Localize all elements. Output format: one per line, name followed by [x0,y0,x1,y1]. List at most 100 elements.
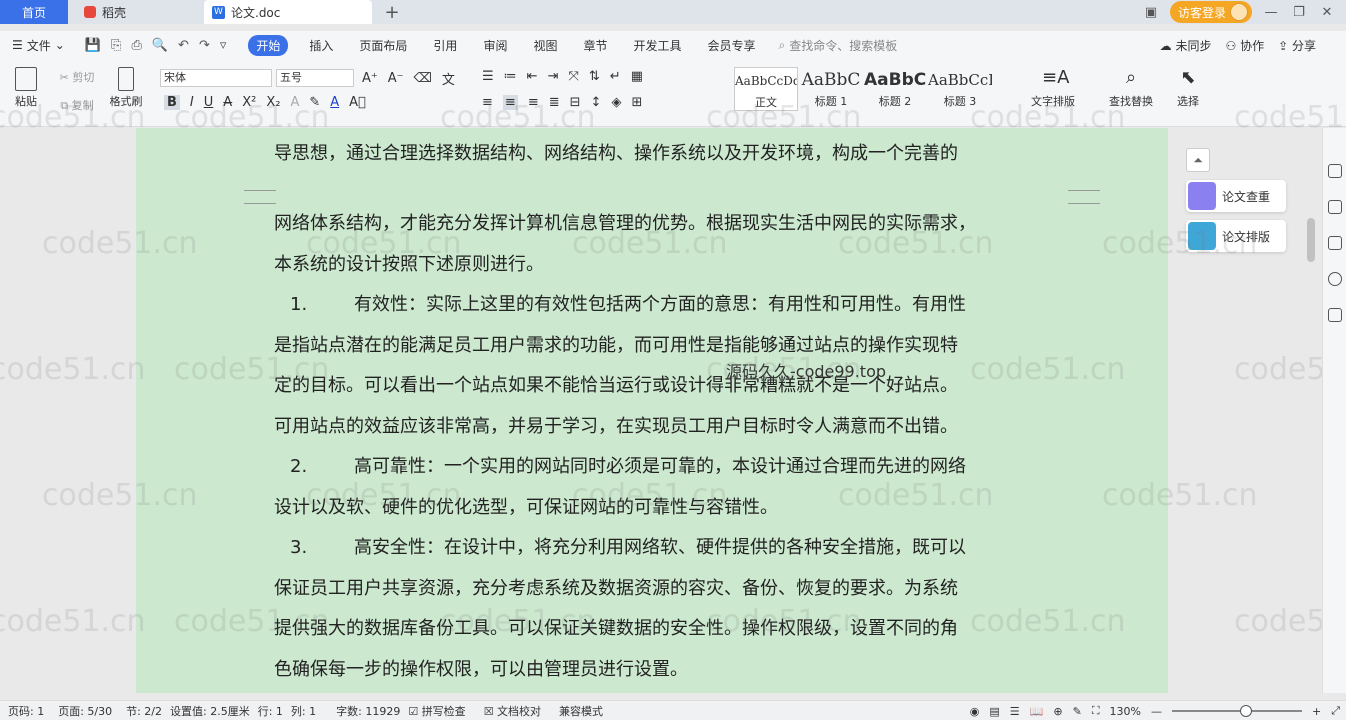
underline-icon[interactable]: U [204,95,214,110]
tab-daoke[interactable]: 稻壳 [72,0,202,24]
decrease-indent-icon[interactable]: ⇤ [527,69,538,84]
borders-icon[interactable]: ⊞ [631,95,642,110]
find-replace-button[interactable]: ⌕ 查找替换 [1102,67,1160,109]
zoom-level[interactable]: 130% [1110,705,1141,718]
eye-protection-icon[interactable]: ◉ [970,705,980,718]
table-grid-icon[interactable]: ▦ [631,69,643,84]
fullscreen-icon[interactable]: ⤢ [1331,704,1340,718]
paper-layout-button[interactable]: 论文排版 [1186,220,1286,252]
tab-insert[interactable]: 插入 [309,37,333,54]
tab-references[interactable]: 引用 [433,37,457,54]
style-heading-2[interactable]: AaBbC 标题 2 [864,67,926,109]
style-heading-1[interactable]: AaBbC 标题 1 [800,67,862,109]
tab-chapter[interactable]: 章节 [583,37,607,54]
collab-button[interactable]: ⚇ 协作 [1226,37,1265,54]
show-marks-icon[interactable]: ↵ [610,69,621,84]
bold-icon[interactable]: B [164,95,180,110]
settings-slider-icon[interactable] [1327,236,1342,250]
align-center-icon[interactable]: ≡ [502,95,518,110]
tab-developer[interactable]: 开发工具 [633,37,681,54]
cut-button[interactable]: ✂ 剪切 [52,69,102,85]
zoom-out-button[interactable]: — [1151,705,1162,718]
close-button[interactable]: ✕ [1318,5,1336,20]
print-icon[interactable]: ⎙ [131,38,141,53]
text-effect-icon[interactable]: A [290,95,299,110]
status-word-count[interactable]: 字数: 11929 [336,703,400,719]
tab-review[interactable]: 审阅 [483,37,507,54]
distributed-icon[interactable]: ⊟ [570,95,581,110]
print-preview-icon[interactable]: 🔍 [152,38,168,53]
format-painter-button[interactable]: 格式刷 [106,67,146,109]
plagiarism-check-button[interactable]: 论文查重 [1186,180,1286,212]
scroll-thumb[interactable] [1307,218,1315,262]
customize-icon[interactable]: ▿ [220,38,227,53]
font-name-select[interactable]: 宋体 [160,69,272,87]
reading-view-icon[interactable]: 📖 [1030,705,1044,718]
tab-page-layout[interactable]: 页面布局 [359,37,407,54]
highlight-icon[interactable]: ✎ [309,95,320,110]
write-mode-icon[interactable]: ✎ [1073,705,1082,718]
spell-check-button[interactable]: ☑ 拼写检查 [408,703,465,719]
style-heading-3[interactable]: AaBbCcI 标题 3 [928,67,992,109]
bullet-list-icon[interactable]: ☰ [482,69,494,84]
increase-indent-icon[interactable]: ⇥ [548,69,559,84]
text-layout-button[interactable]: ≡A 文字排版 [1024,67,1082,109]
phonetic-icon[interactable]: 文 [442,69,455,88]
command-search[interactable]: ⌕ 查找命令、搜索模板 [779,37,898,54]
fit-page-icon[interactable]: ⛶ [1092,704,1100,718]
restore-button[interactable]: ❐ [1290,5,1308,20]
tab-home[interactable]: 首页 [0,0,68,24]
status-page-number[interactable]: 页码: 1 [8,703,44,719]
zoom-knob[interactable] [1239,705,1252,717]
subscript-icon[interactable]: X₂ [266,95,280,110]
minimize-button[interactable]: — [1262,5,1280,20]
edit-icon[interactable] [1327,164,1342,178]
clear-format-icon[interactable]: ⌫ [414,71,432,86]
tab-start[interactable]: 开始 [248,34,289,56]
tab-member[interactable]: 会员专享 [708,37,756,54]
doc-proof-button[interactable]: ☒ 文档校对 [484,703,541,719]
collapse-panel-button[interactable]: ⏶ [1186,148,1210,172]
tab-view[interactable]: 视图 [533,37,557,54]
select-tool-icon[interactable] [1327,200,1342,214]
status-section[interactable]: 节: 2/2 [126,703,162,719]
zoom-in-button[interactable]: + [1312,705,1321,718]
tab-document[interactable]: W 论文.doc [204,0,372,24]
paste-button[interactable]: 粘贴 [8,67,44,109]
status-page[interactable]: 页面: 5/30 [58,703,112,719]
select-button[interactable]: ⬉ 选择 [1170,67,1206,109]
copy-button[interactable]: ⧉ 复制 [52,97,102,113]
status-setting[interactable]: 设置值: 2.5厘米 [170,703,250,719]
char-border-icon[interactable]: A⃞ [349,95,366,110]
align-left-icon[interactable]: ≡ [482,95,493,110]
file-menu[interactable]: ☰ 文件 ⌄ [12,37,65,54]
sort-icon[interactable]: ⇅ [589,69,600,84]
grow-font-icon[interactable]: A⁺ [362,71,378,86]
superscript-icon[interactable]: X² [242,95,256,110]
font-size-select[interactable]: 五号 [276,69,354,87]
style-normal[interactable]: AaBbCcDd 正文 [734,67,798,111]
status-row[interactable]: 行: 1 [258,703,283,719]
vertical-scrollbar[interactable] [1304,148,1318,693]
outline-view-icon[interactable]: ☰ [1010,705,1020,718]
image-tool-icon[interactable] [1327,308,1342,322]
strikethrough-icon[interactable]: A [223,95,232,110]
font-color-icon[interactable]: A [330,95,339,110]
shrink-font-icon[interactable]: A⁻ [388,71,404,86]
web-view-icon[interactable]: ⊕ [1053,705,1062,718]
new-tab-button[interactable]: + [380,0,404,24]
sync-status[interactable]: ☁ 未同步 [1160,37,1212,54]
zoom-slider[interactable] [1171,705,1302,717]
undo-icon[interactable]: ↶ [178,38,189,53]
visitor-login-button[interactable]: 访客登录 [1169,1,1252,23]
shading-icon[interactable]: ◈ [611,95,621,110]
document-page[interactable]: 导思想，通过合理选择数据结构、网络结构、操作系统以及开发环境，构成一个完善的 网… [136,128,1168,693]
numbered-list-icon[interactable]: ≔ [504,69,517,84]
align-right-icon[interactable]: ≡ [528,95,539,110]
justify-icon[interactable]: ≣ [549,95,560,110]
line-spacing-icon[interactable]: ↕ [591,95,602,110]
page-view-icon[interactable]: ▤ [989,705,999,718]
save-icon[interactable]: 💾 [85,38,101,53]
chinese-layout-icon[interactable]: ⤧ [568,69,578,84]
help-icon[interactable] [1327,272,1342,286]
